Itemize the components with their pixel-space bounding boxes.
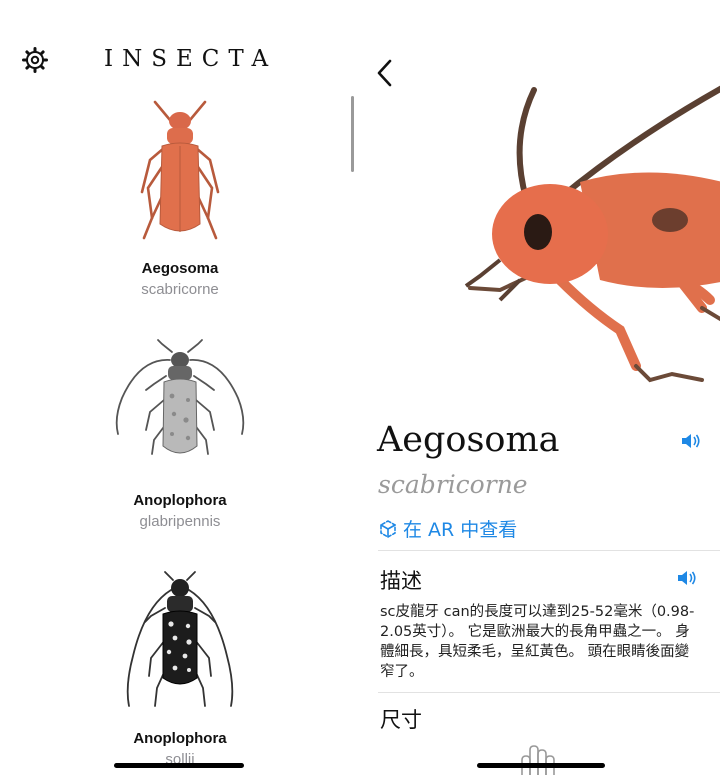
chevron-left-icon[interactable] (374, 58, 396, 88)
species-label: glabripennis (139, 513, 221, 530)
list-item[interactable]: Anoplophora glabripennis (80, 338, 280, 530)
description-text: sc皮龍牙 can的長度可以達到25-52毫米（0.98-2.05英寸）。 它是… (380, 604, 695, 680)
app-title: INSECTA (104, 46, 278, 72)
ar-cube-icon (380, 519, 396, 538)
species-label: scabricorne (141, 281, 219, 298)
size-heading: 尺寸 (380, 708, 422, 732)
anoplophora-glabripennis-image (115, 339, 245, 455)
home-indicator[interactable] (114, 763, 244, 768)
list-item[interactable]: Anoplophora sollii (80, 566, 280, 768)
hand-gesture-icon (521, 745, 555, 775)
genus-label: Anoplophora (133, 492, 227, 509)
divider (378, 550, 720, 551)
genus-label: Aegosoma (141, 260, 219, 277)
genus-label: Anoplophora (133, 730, 227, 747)
gear-icon[interactable] (21, 46, 49, 74)
anoplophora-sollii-image (126, 571, 234, 707)
species-detail-pane: Aegosoma scabricorne 在 AR 中查看 描述 sc皮龍牙 c… (360, 0, 720, 775)
aegosoma-image (140, 100, 220, 240)
speaker-icon[interactable] (676, 569, 698, 587)
speaker-icon[interactable] (680, 432, 702, 450)
view-in-ar-button[interactable]: 在 AR 中查看 (378, 515, 517, 542)
home-indicator[interactable] (477, 763, 605, 768)
detail-title: Aegosoma (377, 420, 560, 460)
divider (378, 692, 720, 693)
list-item[interactable]: Aegosoma scabricorne (80, 98, 280, 298)
species-list-pane: INSECTA Aegosoma scabricorne Anoplophora… (0, 0, 360, 775)
detail-subtitle: scabricorne (378, 470, 528, 499)
beetle-3d-model[interactable] (440, 80, 720, 400)
description-heading: 描述 (380, 569, 422, 593)
view-in-ar-label: 在 AR 中查看 (403, 519, 518, 541)
scroll-indicator[interactable] (351, 96, 354, 172)
